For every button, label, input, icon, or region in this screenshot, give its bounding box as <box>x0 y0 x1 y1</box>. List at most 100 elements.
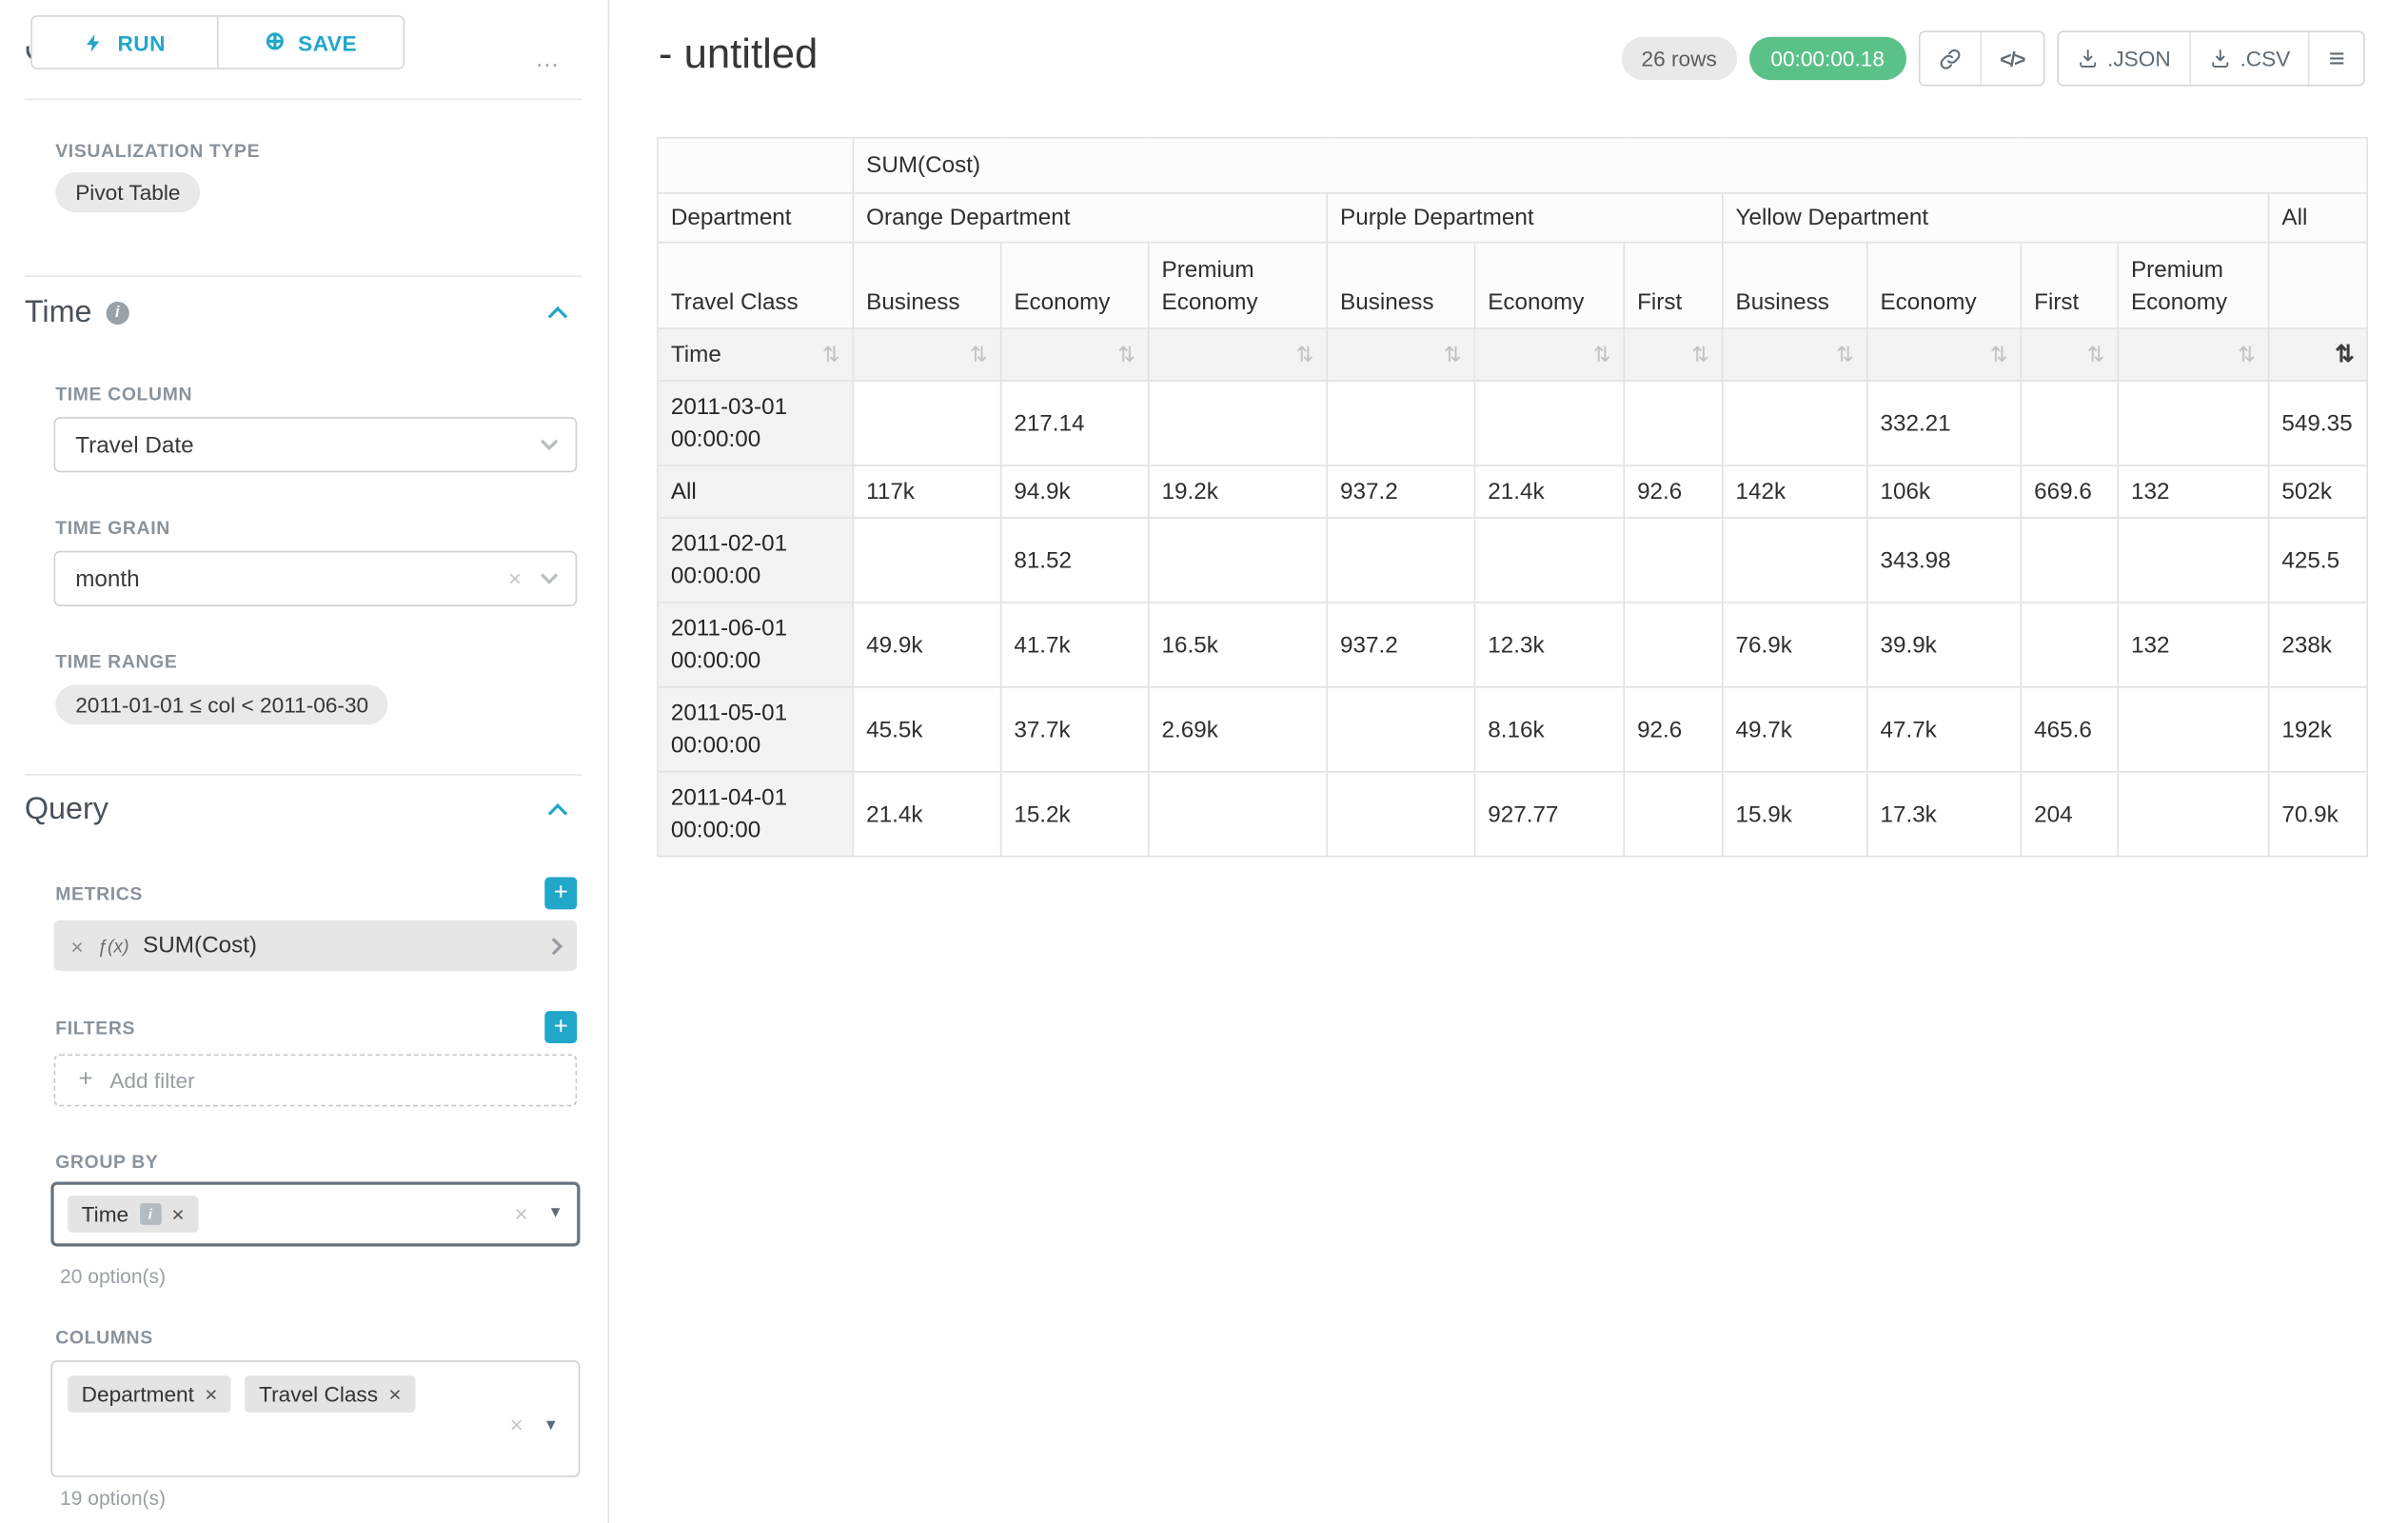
export-csv-button[interactable]: .CSV <box>2189 32 2309 85</box>
metric-header: SUM(Cost) <box>853 138 2367 193</box>
query-section-header[interactable]: Query <box>25 793 109 828</box>
add-filter-plus-button[interactable]: + <box>544 1011 577 1043</box>
sort-header-cell[interactable]: ⇅ <box>1867 328 2022 381</box>
caret-down-icon: ▼ <box>548 1206 563 1221</box>
pivot-cell: 204 <box>2021 772 2118 857</box>
pivot-cell: 142k <box>1723 465 1867 518</box>
sort-icon[interactable]: ⇅ <box>1593 339 1611 371</box>
sort-header-cell[interactable]: ⇅ <box>853 328 1000 381</box>
sort-icon[interactable]: ⇅ <box>1691 339 1709 371</box>
divider <box>25 774 582 776</box>
remove-icon[interactable]: × <box>388 1383 401 1405</box>
travel-class-header: First <box>1624 243 1722 329</box>
time-column-select[interactable]: Travel Date <box>54 417 578 472</box>
department-header: All <box>2269 193 2368 243</box>
sort-header-cell[interactable]: ⇅ <box>1723 328 1867 381</box>
run-button[interactable]: RUN <box>32 17 217 68</box>
app: Chart Type RUN ⊕ SAVE ⋯ VISUALIZATION TY… <box>0 0 2408 1523</box>
column-pill-label: Department <box>82 1382 194 1407</box>
pivot-cell: 17.3k <box>1867 772 2022 857</box>
group-by-pill[interactable]: Time i × <box>68 1196 198 1233</box>
metric-pill[interactable]: × ƒ(x) SUM(Cost) <box>54 920 578 971</box>
pivot-cell <box>1149 381 1328 465</box>
pivot-cell <box>2021 518 2118 603</box>
pivot-cell <box>1624 772 1722 857</box>
clear-icon[interactable]: × <box>514 1202 527 1225</box>
columns-select[interactable]: Department × Travel Class × × ▼ <box>50 1360 580 1477</box>
add-metric-button[interactable]: + <box>544 877 577 909</box>
travel-class-dimension-label: Travel Class <box>658 243 853 329</box>
chevron-up-icon[interactable] <box>548 307 568 326</box>
download-icon <box>2077 48 2099 69</box>
viz-type-pill[interactable]: Pivot Table <box>55 172 200 212</box>
sort-icon[interactable]: ⇅ <box>1117 339 1135 371</box>
sort-header-cell[interactable]: ⇅ <box>2021 328 2118 381</box>
sort-header-cell[interactable]: ⇅ <box>2269 328 2368 381</box>
time-grain-select[interactable]: month × <box>54 551 578 606</box>
remove-icon[interactable]: × <box>70 933 83 958</box>
sort-icon[interactable]: ⇅ <box>1296 339 1314 371</box>
sort-header-cell[interactable]: ⇅ <box>1149 328 1328 381</box>
remove-icon[interactable]: × <box>205 1383 217 1405</box>
sort-header-cell[interactable]: ⇅ <box>1001 328 1149 381</box>
control-panel: Chart Type RUN ⊕ SAVE ⋯ VISUALIZATION TY… <box>0 0 609 1523</box>
save-button[interactable]: ⊕ SAVE <box>217 17 404 68</box>
sort-icon[interactable]: ⇅ <box>2238 339 2256 371</box>
pivot-cell: 21.4k <box>853 772 1000 857</box>
add-filter-button[interactable]: + Add filter <box>54 1054 578 1106</box>
sort-header-cell[interactable]: ⇅ <box>1624 328 1722 381</box>
pivot-cell: 343.98 <box>1867 518 2022 603</box>
chart-menu-button[interactable]: ≡ <box>2309 32 2363 85</box>
clear-icon[interactable]: × <box>510 1414 523 1437</box>
add-filter-label: Add filter <box>109 1068 194 1093</box>
chevron-up-icon[interactable] <box>548 803 568 823</box>
group-by-select[interactable]: Time i × × ▼ <box>50 1182 580 1247</box>
group-by-label: GROUP BY <box>55 1151 158 1173</box>
pivot-cell <box>1723 381 1867 465</box>
sort-desc-icon[interactable]: ⇅ <box>2335 339 2354 371</box>
time-range-pill[interactable]: 2011-01-01 ≤ col < 2011-06-30 <box>55 684 388 724</box>
pivot-cell: 502k <box>2269 465 2368 518</box>
chevron-right-icon[interactable] <box>545 937 563 954</box>
query-timer-badge: 00:00:00.18 <box>1749 37 1906 80</box>
column-pill-label: Travel Class <box>259 1382 378 1407</box>
chevron-down-icon <box>541 433 558 450</box>
sort-icon[interactable]: ⇅ <box>970 339 988 371</box>
travel-class-header: Economy <box>1475 243 1625 329</box>
embed-code-button[interactable]: </> <box>1980 32 2043 85</box>
chevron-down-icon <box>541 566 558 583</box>
pivot-cell <box>1624 603 1722 687</box>
chart-area: - untitled 26 rows 00:00:00.18 </> <box>609 0 2408 1523</box>
copy-link-button[interactable] <box>1920 32 1980 85</box>
pivot-cell: 94.9k <box>1001 465 1149 518</box>
caret-down-icon: ▼ <box>543 1418 559 1434</box>
travel-class-header: Business <box>1327 243 1474 329</box>
sort-icon[interactable]: ⇅ <box>2087 339 2105 371</box>
travel-class-header: Economy <box>1867 243 2022 329</box>
time-sort-cell[interactable]: Time ⇅ <box>658 328 853 381</box>
metrics-label: METRICS <box>55 883 143 905</box>
pivot-row: 2011-03-01 00:00:00217.14332.21549.35 <box>658 381 2367 465</box>
sort-icon[interactable]: ⇅ <box>822 339 840 371</box>
share-group: </> <box>1919 30 2044 86</box>
travel-class-header: First <box>2021 243 2118 329</box>
section-options-icon[interactable]: ⋯ <box>536 50 562 78</box>
time-column-value: Travel Date <box>75 431 193 457</box>
column-pill[interactable]: Department × <box>68 1375 231 1413</box>
filters-label: FILTERS <box>55 1018 135 1039</box>
remove-icon[interactable]: × <box>171 1203 184 1225</box>
sort-header-cell[interactable]: ⇅ <box>2118 328 2268 381</box>
chart-title[interactable]: - untitled <box>659 30 818 78</box>
column-pill[interactable]: Travel Class × <box>246 1375 416 1413</box>
sort-icon[interactable]: ⇅ <box>1990 339 2008 371</box>
sort-icon[interactable]: ⇅ <box>1444 339 1462 371</box>
pivot-row: 2011-04-01 00:00:0021.4k15.2k927.7715.9k… <box>658 772 2367 857</box>
run-label: RUN <box>117 30 165 55</box>
sort-icon[interactable]: ⇅ <box>1836 339 1854 371</box>
sort-header-cell[interactable]: ⇅ <box>1475 328 1625 381</box>
pivot-cell: 15.9k <box>1723 772 1867 857</box>
time-section-header[interactable]: Time i <box>25 295 128 330</box>
export-json-button[interactable]: .JSON <box>2058 32 2189 85</box>
clear-icon[interactable]: × <box>508 567 522 590</box>
sort-header-cell[interactable]: ⇅ <box>1327 328 1474 381</box>
